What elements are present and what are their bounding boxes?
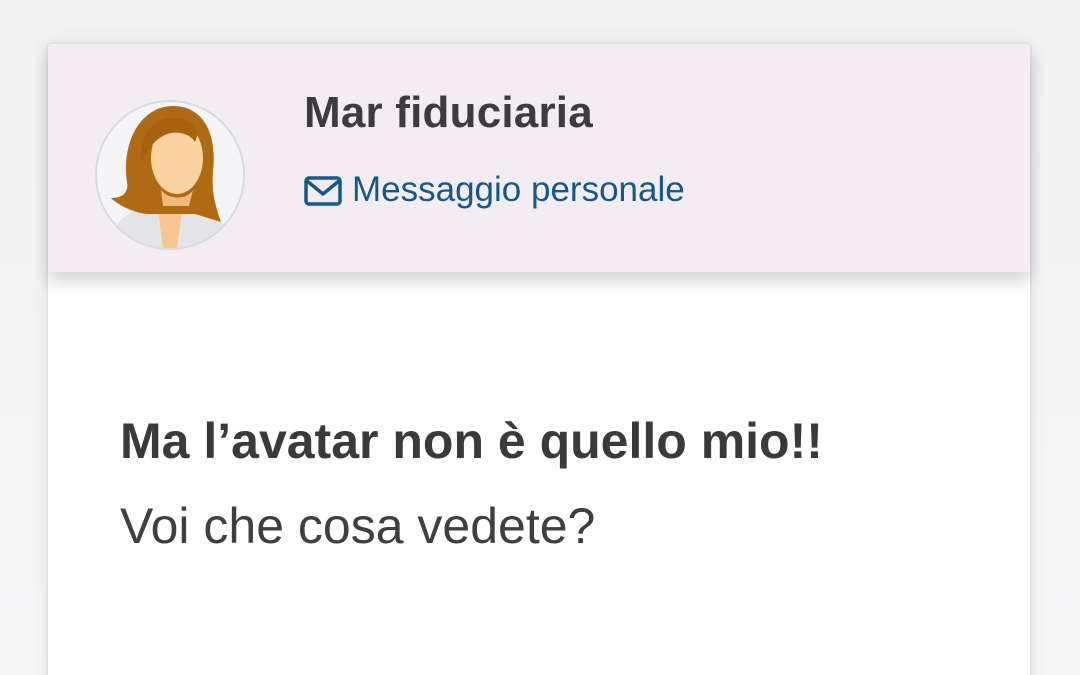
personal-message-label: Messaggio personale bbox=[352, 170, 685, 209]
post-body: Ma l’avatar non è quello mio!! Voi che c… bbox=[120, 412, 980, 556]
post-headline: Ma l’avatar non è quello mio!! bbox=[120, 413, 823, 469]
female-avatar-icon bbox=[97, 102, 243, 248]
post-author-header: Mar fiduciaria Messaggio personale bbox=[48, 44, 1030, 272]
post-text: Voi che cosa vedete? bbox=[120, 498, 596, 554]
avatar[interactable] bbox=[95, 100, 245, 250]
post-card: Mar fiduciaria Messaggio personale Ma l’… bbox=[46, 42, 1032, 675]
envelope-icon bbox=[304, 175, 342, 206]
page: Mar fiduciaria Messaggio personale Ma l’… bbox=[0, 0, 1080, 675]
personal-message-link[interactable]: Messaggio personale bbox=[304, 168, 685, 212]
author-name[interactable]: Mar fiduciaria bbox=[304, 88, 593, 138]
